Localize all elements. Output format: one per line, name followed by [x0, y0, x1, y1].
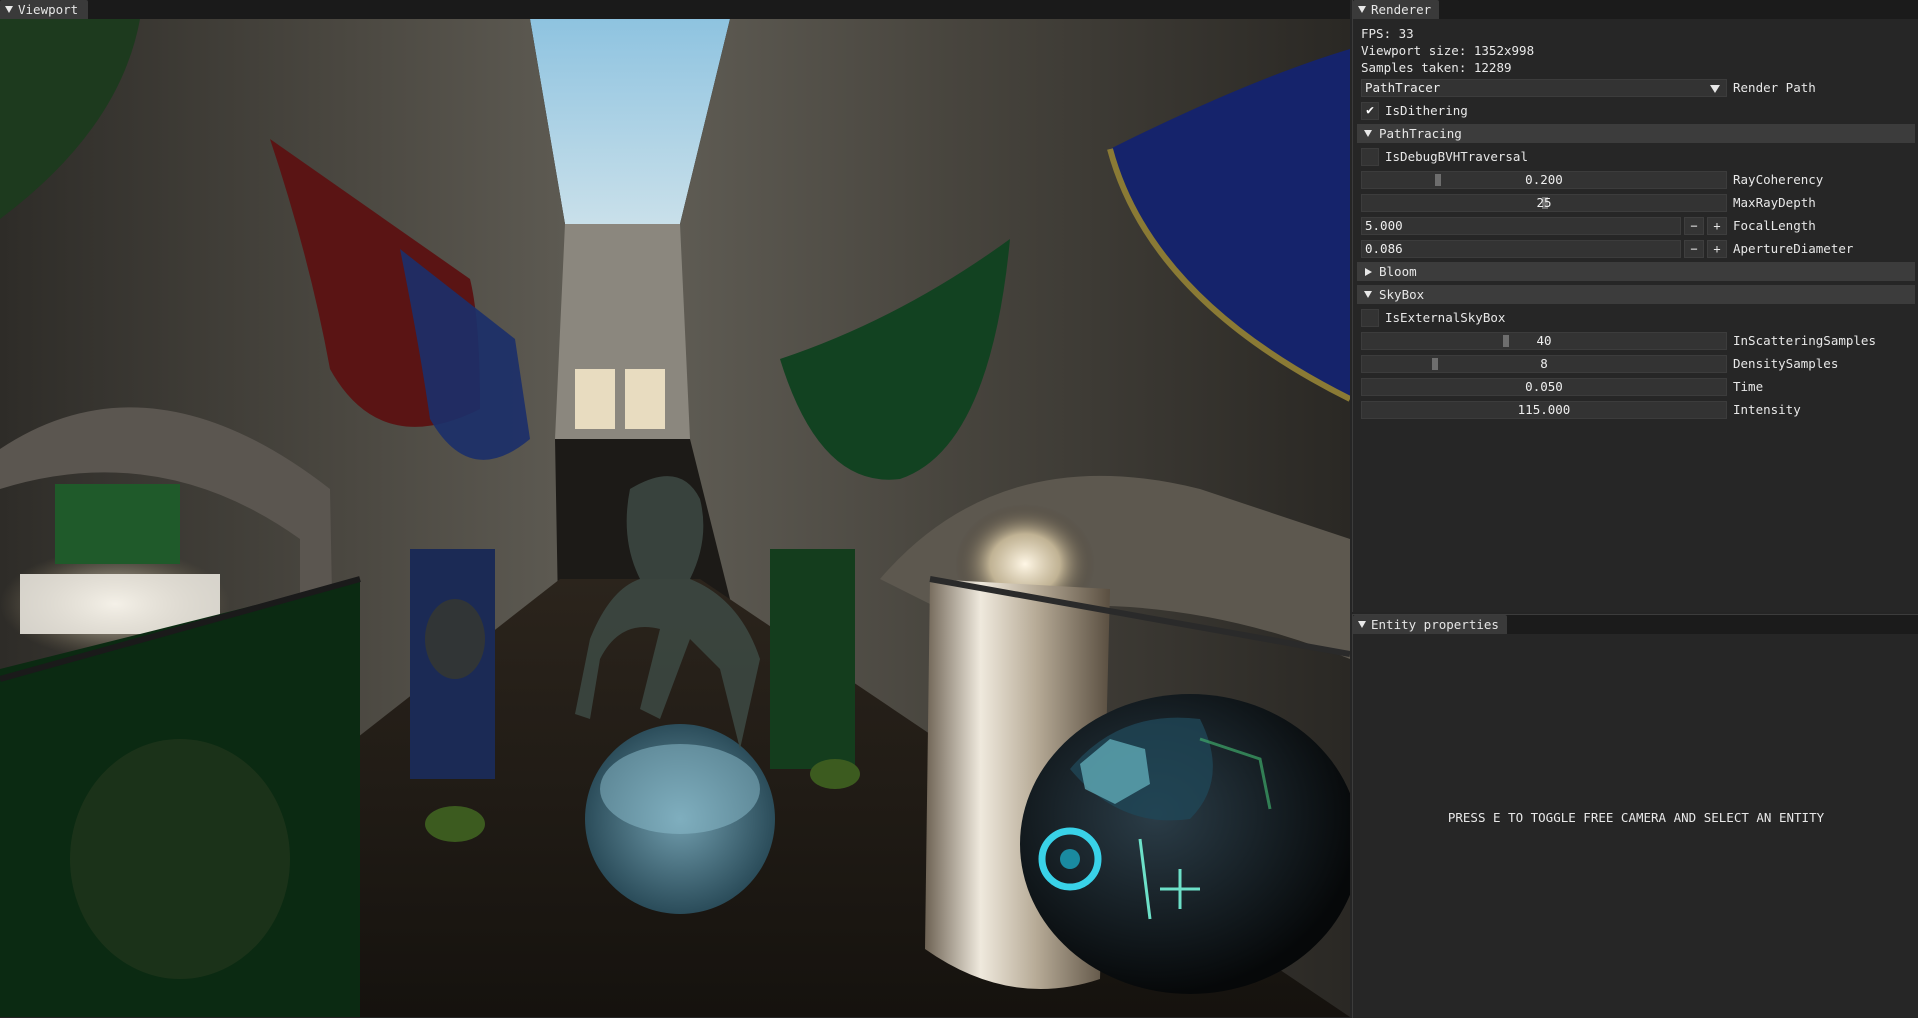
time-value: 0.050 [1525, 379, 1563, 394]
in-scattering-samples-label: InScatteringSamples [1733, 333, 1876, 348]
is-debug-bvh-row: IsDebugBVHTraversal [1361, 147, 1528, 166]
density-samples-slider[interactable]: 8 [1361, 354, 1727, 373]
intensity-value: 115.000 [1517, 402, 1571, 417]
window-collapse-icon[interactable] [0, 6, 18, 13]
time-row: 0.050 Time [1361, 377, 1763, 396]
bloom-header[interactable]: Bloom [1357, 262, 1915, 281]
skybox-header-label: SkyBox [1379, 287, 1425, 302]
slider-grab[interactable] [1431, 357, 1438, 370]
max-ray-depth-slider[interactable]: 25 [1361, 193, 1727, 212]
entity-properties-window: Entity properties PRESS E TO TOGGLE FREE… [1352, 614, 1918, 1018]
fps-text: FPS: 33 [1361, 26, 1414, 41]
window-collapse-icon[interactable] [1353, 621, 1371, 628]
entity-properties-titlebar: Entity properties [1353, 615, 1918, 634]
focal-length-label: FocalLength [1733, 218, 1816, 233]
renderer-tab[interactable]: Renderer [1353, 0, 1440, 19]
intensity-label: Intensity [1733, 402, 1801, 417]
slider-grab[interactable] [1435, 173, 1442, 186]
bloom-header-label: Bloom [1379, 264, 1417, 279]
is-external-skybox-row: IsExternalSkyBox [1361, 308, 1505, 327]
scene-render-image [0, 19, 1350, 1017]
skybox-header[interactable]: SkyBox [1357, 285, 1915, 304]
aperture-diameter-row: 0.086 − + ApertureDiameter [1361, 239, 1853, 258]
aperture-diameter-increment-button[interactable]: + [1707, 239, 1727, 258]
expand-arrow-icon [1357, 267, 1379, 276]
focal-length-decrement-button[interactable]: − [1684, 216, 1704, 235]
time-label: Time [1733, 379, 1764, 394]
focal-length-value: 5.000 [1365, 218, 1403, 233]
focal-length-increment-button[interactable]: + [1707, 216, 1727, 235]
is-debug-bvh-label: IsDebugBVHTraversal [1385, 149, 1528, 164]
chevron-down-icon [1710, 84, 1720, 93]
samples-taken-text: Samples taken: 12289 [1361, 60, 1512, 75]
in-scattering-samples-value: 40 [1536, 333, 1552, 348]
path-tracing-header[interactable]: PathTracing [1357, 124, 1915, 143]
in-scattering-samples-slider[interactable]: 40 [1361, 331, 1727, 350]
aperture-diameter-decrement-button[interactable]: − [1684, 239, 1704, 258]
render-path-value: PathTracer [1365, 80, 1441, 95]
is-dithering-row: ✔ IsDithering [1361, 101, 1468, 120]
aperture-diameter-value: 0.086 [1365, 241, 1403, 256]
renderer-window: Renderer FPS: 33 Viewport size: 1352x998… [1352, 0, 1918, 612]
render-path-label: Render Path [1733, 80, 1816, 95]
render-path-row: PathTracer Render Path [1361, 78, 1816, 97]
aperture-diameter-input[interactable]: 0.086 [1361, 239, 1681, 258]
ray-coherency-value: 0.200 [1525, 172, 1563, 187]
rendered-scene[interactable] [0, 19, 1350, 1017]
is-external-skybox-label: IsExternalSkyBox [1385, 310, 1506, 325]
time-input[interactable]: 0.050 [1361, 377, 1727, 396]
entity-properties-title: Entity properties [1371, 617, 1499, 632]
viewport-titlebar: Viewport [0, 0, 1350, 19]
ray-coherency-slider[interactable]: 0.200 [1361, 170, 1727, 189]
viewport-size-text: Viewport size: 1352x998 [1361, 43, 1535, 58]
renderer-titlebar: Renderer [1353, 0, 1918, 19]
slider-grab[interactable] [1502, 334, 1509, 347]
is-dithering-checkbox[interactable]: ✔ [1361, 101, 1379, 120]
density-samples-value: 8 [1540, 356, 1548, 371]
max-ray-depth-label: MaxRayDepth [1733, 195, 1816, 210]
density-samples-row: 8 DensitySamples [1361, 354, 1838, 373]
viewport-tab[interactable]: Viewport [0, 0, 89, 19]
entity-hint-message: PRESS E TO TOGGLE FREE CAMERA AND SELECT… [1447, 810, 1825, 825]
entity-properties-tab[interactable]: Entity properties [1353, 615, 1507, 634]
is-debug-bvh-checkbox[interactable] [1361, 147, 1379, 166]
density-samples-label: DensitySamples [1733, 356, 1839, 371]
ray-coherency-label: RayCoherency [1733, 172, 1824, 187]
is-external-skybox-checkbox[interactable] [1361, 308, 1379, 327]
max-ray-depth-row: 25 MaxRayDepth [1361, 193, 1816, 212]
viewport-window[interactable]: Viewport [0, 0, 1350, 1017]
ray-coherency-row: 0.200 RayCoherency [1361, 170, 1823, 189]
render-path-combo[interactable]: PathTracer [1361, 78, 1727, 97]
window-collapse-icon[interactable] [1353, 6, 1371, 13]
collapse-arrow-icon [1357, 291, 1379, 298]
focal-length-input[interactable]: 5.000 [1361, 216, 1681, 235]
intensity-row: 115.000 Intensity [1361, 400, 1801, 419]
collapse-arrow-icon [1357, 130, 1379, 137]
checkmark-icon: ✔ [1366, 103, 1374, 118]
viewport-title: Viewport [18, 2, 79, 17]
aperture-diameter-label: ApertureDiameter [1733, 241, 1854, 256]
is-dithering-label: IsDithering [1385, 103, 1468, 118]
max-ray-depth-value: 25 [1536, 195, 1552, 210]
in-scattering-samples-row: 40 InScatteringSamples [1361, 331, 1876, 350]
path-tracing-header-label: PathTracing [1379, 126, 1462, 141]
renderer-title: Renderer [1371, 2, 1432, 17]
focal-length-row: 5.000 − + FocalLength [1361, 216, 1816, 235]
intensity-input[interactable]: 115.000 [1361, 400, 1727, 419]
